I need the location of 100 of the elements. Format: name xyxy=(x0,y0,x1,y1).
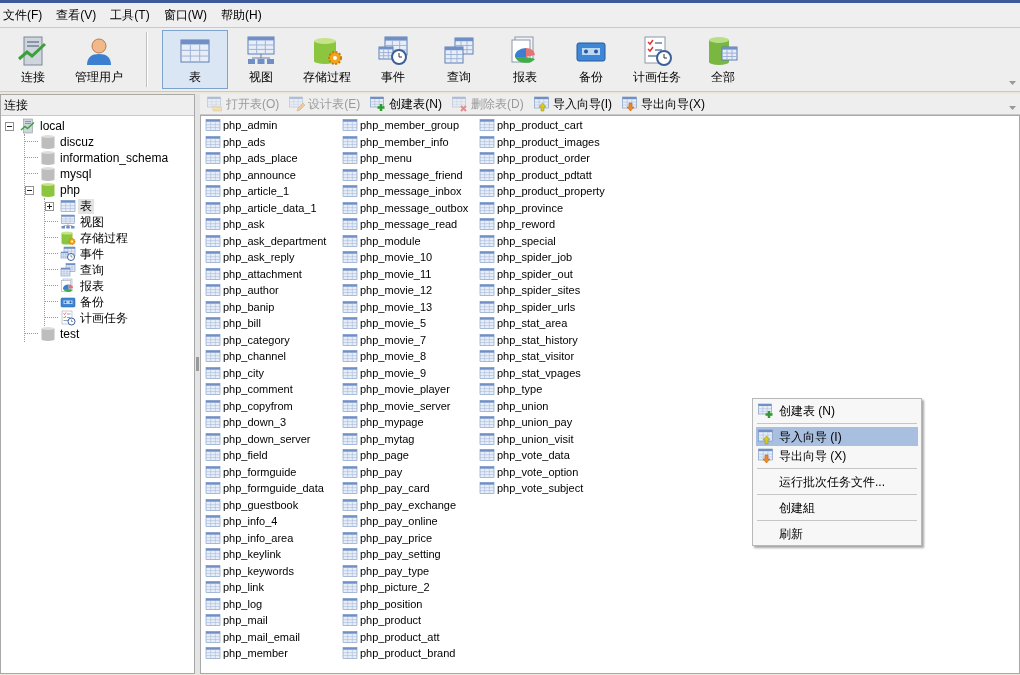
table-item[interactable]: php_union_visit xyxy=(497,430,574,447)
table-item[interactable]: php_down_server xyxy=(223,430,311,447)
table-item[interactable]: php_ask xyxy=(223,216,265,233)
table-item[interactable]: php_attachment xyxy=(223,265,302,282)
splitter-handle[interactable] xyxy=(196,357,199,371)
table-item[interactable]: php_pay_online xyxy=(360,513,438,530)
collapse-icon[interactable] xyxy=(5,121,14,131)
table-item[interactable]: php_ads_place xyxy=(223,150,298,167)
expand-icon[interactable] xyxy=(45,201,54,211)
table-item[interactable]: php_position xyxy=(360,595,423,612)
table-item[interactable]: php_mytag xyxy=(360,430,415,447)
toolbar-button[interactable]: 创建表(N) xyxy=(369,94,443,114)
table-item[interactable]: php_movie_8 xyxy=(360,348,427,365)
table-item[interactable]: php_pay_price xyxy=(360,529,433,546)
table-item[interactable]: php_admin xyxy=(223,117,278,134)
table-item[interactable]: php_movie_10 xyxy=(360,249,433,266)
table-item[interactable]: php_keywords xyxy=(223,562,294,579)
table-item[interactable]: php_movie_12 xyxy=(360,282,433,299)
table-item[interactable]: php_type xyxy=(497,381,543,398)
table-item[interactable]: php_menu xyxy=(360,150,412,167)
menu-item[interactable]: 创建表 (N) xyxy=(756,401,918,420)
table-item[interactable]: php_product_cart xyxy=(497,117,583,134)
toolbar-button[interactable]: 查询 xyxy=(426,30,492,89)
toolbar-button[interactable]: 事件 xyxy=(360,30,426,89)
tree-item[interactable]: 计画任务 xyxy=(78,310,130,326)
menu-item[interactable]: 运行批次任务文件... xyxy=(756,472,918,491)
toolbar-button[interactable]: 报表 xyxy=(492,30,558,89)
table-item[interactable]: php_picture_2 xyxy=(360,579,430,596)
table-item[interactable]: php_module xyxy=(360,232,421,249)
table-item[interactable]: php_copyfrom xyxy=(223,397,293,414)
toolbar-button[interactable]: 导入向导(I) xyxy=(532,94,613,114)
table-item[interactable]: php_city xyxy=(223,364,264,381)
tree-item[interactable]: mysql xyxy=(58,166,94,182)
table-item[interactable]: php_spider_out xyxy=(497,265,573,282)
table-item[interactable]: php_member_info xyxy=(360,133,449,150)
table-item[interactable]: php_member xyxy=(223,645,288,662)
table-item[interactable]: php_movie_server xyxy=(360,397,451,414)
table-item[interactable]: php_movie_player xyxy=(360,381,450,398)
table-item[interactable]: php_stat_area xyxy=(497,315,568,332)
table-item[interactable]: php_spider_job xyxy=(497,249,573,266)
table-item[interactable]: php_message_friend xyxy=(360,166,463,183)
table-item[interactable]: php_mail xyxy=(223,612,268,629)
table-item[interactable]: php_ads xyxy=(223,133,266,150)
menu-item[interactable]: 导入向导 (I) xyxy=(756,427,918,446)
table-item[interactable]: php_article_1 xyxy=(223,183,290,200)
table-item[interactable]: php_union_pay xyxy=(497,414,573,431)
table-item[interactable]: php_product xyxy=(360,612,422,629)
toolbar-button[interactable]: 管理用户 xyxy=(66,30,132,89)
tree-item[interactable]: 存储过程 xyxy=(78,230,130,246)
table-item[interactable]: php_spider_urls xyxy=(497,298,576,315)
table-item[interactable]: php_movie_7 xyxy=(360,331,427,348)
table-item[interactable]: php_category xyxy=(223,331,290,348)
table-item[interactable]: php_province xyxy=(497,199,564,216)
table-item[interactable]: php_movie_5 xyxy=(360,315,427,332)
menu-item[interactable]: 创建組 xyxy=(756,498,918,517)
tree-item[interactable]: 表 xyxy=(78,198,94,214)
table-item[interactable]: php_reword xyxy=(497,216,556,233)
table-item[interactable]: php_link xyxy=(223,579,264,596)
toolbar-button[interactable]: 存储过程 xyxy=(294,30,360,89)
table-item[interactable]: php_product_att xyxy=(360,628,440,645)
table-item[interactable]: php_author xyxy=(223,282,279,299)
tree-item[interactable]: discuz xyxy=(58,134,96,150)
table-item[interactable]: php_union xyxy=(497,397,549,414)
table-item[interactable]: php_message_inbox xyxy=(360,183,462,200)
table-item[interactable]: php_product_order xyxy=(497,150,590,167)
table-item[interactable]: php_member_group xyxy=(360,117,460,134)
table-item[interactable]: php_vote_data xyxy=(497,447,570,464)
table-item[interactable]: php_stat_visitor xyxy=(497,348,575,365)
table-item[interactable]: php_product_pdtatt xyxy=(497,166,592,183)
table-item[interactable]: php_product_property xyxy=(497,183,605,200)
table-item[interactable]: php_info_4 xyxy=(223,513,278,530)
table-item[interactable]: php_message_outbox xyxy=(360,199,469,216)
tree-item[interactable]: 视图 xyxy=(78,214,106,230)
table-item[interactable]: php_movie_9 xyxy=(360,364,427,381)
tree-item[interactable]: information_schema xyxy=(58,150,171,166)
table-item[interactable]: php_message_read xyxy=(360,216,458,233)
menu-item[interactable]: 工具(T) xyxy=(109,6,151,24)
table-item[interactable]: php_vote_subject xyxy=(497,480,584,497)
table-item[interactable]: php_product_images xyxy=(497,133,600,150)
table-item[interactable]: php_ask_department xyxy=(223,232,327,249)
table-item[interactable]: php_stat_history xyxy=(497,331,578,348)
menu-item[interactable]: 窗口(W) xyxy=(162,6,208,24)
table-item[interactable]: php_formguide_data xyxy=(223,480,324,497)
table-item[interactable]: php_pay_setting xyxy=(360,546,441,563)
tree-item[interactable]: 事件 xyxy=(78,246,106,262)
menu-item[interactable]: 文件(F) xyxy=(2,6,44,24)
menu-item[interactable]: 导出向导 (X) xyxy=(756,446,918,465)
menu-item[interactable]: 查看(V) xyxy=(55,6,98,24)
table-item[interactable]: php_comment xyxy=(223,381,293,398)
table-item[interactable]: php_movie_11 xyxy=(360,265,432,282)
tree-item[interactable]: test xyxy=(58,326,82,342)
table-item[interactable]: php_bill xyxy=(223,315,261,332)
table-item[interactable]: php_stat_vpages xyxy=(497,364,581,381)
table-item[interactable]: php_spider_sites xyxy=(497,282,581,299)
table-item[interactable]: php_log xyxy=(223,595,263,612)
table-item[interactable]: php_info_area xyxy=(223,529,294,546)
toolbar-button[interactable]: 视图 xyxy=(228,30,294,89)
tree-item[interactable]: 查询 xyxy=(78,262,106,278)
table-item[interactable]: php_ask_reply xyxy=(223,249,295,266)
table-item[interactable]: php_keylink xyxy=(223,546,282,563)
